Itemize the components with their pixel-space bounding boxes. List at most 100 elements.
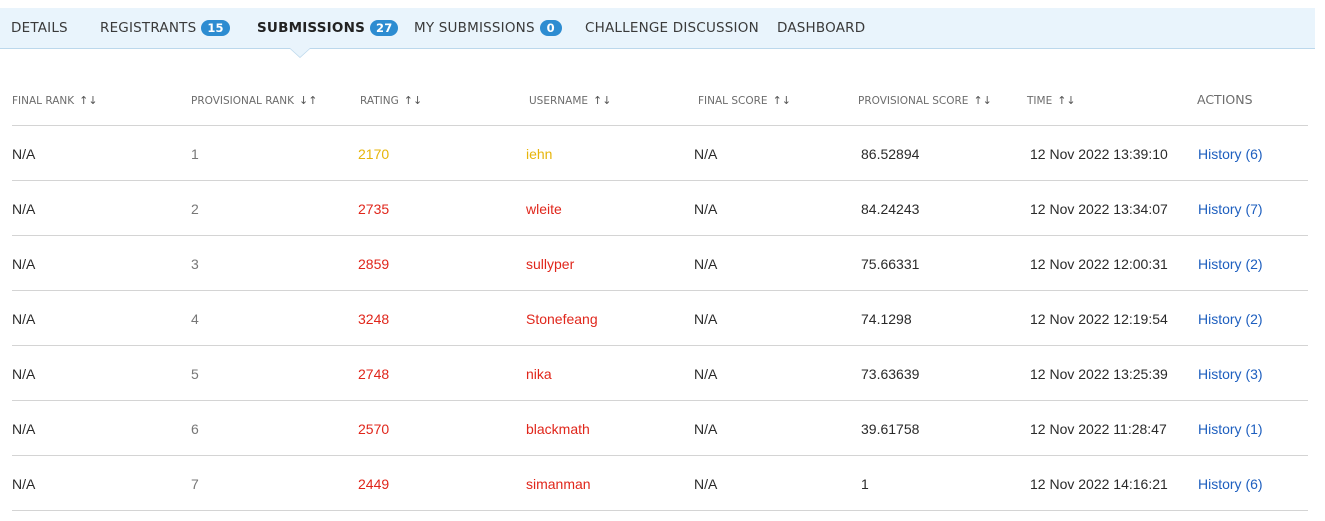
header-final-score[interactable]: FINAL SCORE ↑↓ [698, 94, 791, 107]
provisional-rank-cell: 3 [191, 256, 199, 272]
rating-cell: 2735 [358, 201, 390, 217]
history-link[interactable]: History (2) [1198, 311, 1263, 327]
history-link[interactable]: History (2) [1198, 256, 1263, 272]
final-score-cell: N/A [694, 311, 718, 327]
provisional-score-cell: 73.63639 [861, 366, 920, 382]
header-label: TIME [1027, 95, 1053, 107]
username-link[interactable]: Stonefeang [526, 311, 598, 327]
final-rank-cell: N/A [12, 256, 36, 272]
tab-registrants[interactable]: REGISTRANTS 15 [100, 8, 230, 48]
time-cell: 12 Nov 2022 11:28:47 [1030, 421, 1167, 437]
header-label: PROVISIONAL SCORE [858, 95, 969, 107]
provisional-rank-cell: 7 [191, 476, 199, 492]
final-rank-cell: N/A [12, 201, 36, 217]
header-provisional-rank[interactable]: PROVISIONAL RANK ↓↑ [191, 94, 317, 107]
header-label: PROVISIONAL RANK [191, 95, 295, 107]
sort-icon: ↑↓ [973, 94, 992, 107]
provisional-rank-cell: 4 [191, 311, 199, 327]
tab-label: SUBMISSIONS [257, 20, 365, 36]
tab-bar: DETAILS REGISTRANTS 15 SUBMISSIONS 27 MY… [0, 8, 1315, 49]
provisional-score-cell: 39.61758 [861, 421, 920, 437]
history-link[interactable]: History (7) [1198, 201, 1263, 217]
history-link[interactable]: History (6) [1198, 476, 1263, 492]
sort-icon: ↑↓ [772, 94, 791, 107]
active-tab-indicator-fill [290, 48, 310, 57]
provisional-score-cell: 86.52894 [861, 146, 920, 162]
time-cell: 12 Nov 2022 13:25:39 [1030, 366, 1168, 382]
provisional-rank-cell: 1 [191, 146, 199, 162]
username-link[interactable]: blackmath [526, 421, 590, 437]
rating-cell: 2449 [358, 476, 390, 492]
final-score-cell: N/A [694, 146, 718, 162]
header-final-rank[interactable]: FINAL RANK ↑↓ [12, 94, 98, 107]
sort-icon: ↑↓ [1057, 94, 1076, 107]
final-score-cell: N/A [694, 201, 718, 217]
username-link[interactable]: iehn [526, 146, 552, 162]
header-username[interactable]: USERNAME ↑↓ [529, 94, 611, 107]
provisional-rank-cell: 2 [191, 201, 199, 217]
tab-label: DASHBOARD [777, 20, 866, 36]
final-score-cell: N/A [694, 366, 718, 382]
tab-label: MY SUBMISSIONS [414, 20, 535, 36]
tab-label: DETAILS [11, 20, 68, 36]
time-cell: 12 Nov 2022 13:39:10 [1030, 146, 1168, 162]
count-badge: 0 [539, 20, 562, 36]
final-score-cell: N/A [694, 421, 718, 437]
final-rank-cell: N/A [12, 146, 36, 162]
table-header: FINAL RANK ↑↓ PROVISIONAL RANK ↓↑ RATING ↑↓… [12, 76, 1308, 126]
table-row: N/A 3 2859 sullyper N/A 75.66331 12 Nov 2022 1… [12, 236, 1308, 291]
header-label: FINAL RANK [12, 95, 75, 107]
sort-icon: ↑↓ [79, 94, 98, 107]
rating-cell: 2859 [358, 256, 390, 272]
header-actions: ACTIONS [1197, 92, 1253, 107]
time-cell: 12 Nov 2022 12:00:31 [1030, 256, 1168, 272]
submissions-table: FINAL RANK ↑↓ PROVISIONAL RANK ↓↑ RATING ↑↓… [12, 76, 1308, 511]
count-badge: 15 [201, 20, 230, 36]
tab-details[interactable]: DETAILS [11, 8, 68, 48]
final-score-cell: N/A [694, 476, 718, 492]
time-cell: 12 Nov 2022 14:16:21 [1030, 476, 1168, 492]
tab-label: REGISTRANTS [100, 20, 197, 36]
final-rank-cell: N/A [12, 476, 36, 492]
username-link[interactable]: wleite [526, 201, 562, 217]
sort-icon: ↑↓ [593, 94, 612, 107]
history-link[interactable]: History (1) [1198, 421, 1263, 437]
sort-icon: ↓↑ [299, 94, 318, 107]
tab-challenge-discussion[interactable]: CHALLENGE DISCUSSION [585, 8, 759, 48]
table-row: N/A 7 2449 simanman N/A 1 12 Nov 2022 14:16:21… [12, 456, 1308, 511]
header-label: USERNAME [529, 95, 589, 107]
header-label: RATING [360, 95, 399, 107]
final-rank-cell: N/A [12, 311, 36, 327]
header-provisional-score[interactable]: PROVISIONAL SCORE ↑↓ [858, 94, 992, 107]
header-label: FINAL SCORE [698, 95, 768, 107]
history-link[interactable]: History (6) [1198, 146, 1263, 162]
username-link[interactable]: simanman [526, 476, 591, 492]
table-row: N/A 1 2170 iehn N/A 86.52894 12 Nov 2022 13:39… [12, 126, 1308, 181]
provisional-score-cell: 84.24243 [861, 201, 920, 217]
count-badge: 27 [370, 20, 399, 36]
tab-dashboard[interactable]: DASHBOARD [777, 8, 865, 48]
rating-cell: 2170 [358, 146, 390, 162]
final-score-cell: N/A [694, 256, 718, 272]
time-cell: 12 Nov 2022 13:34:07 [1030, 201, 1168, 217]
tab-my-submissions[interactable]: MY SUBMISSIONS 0 [414, 8, 562, 48]
provisional-score-cell: 74.1298 [861, 311, 912, 327]
sort-icon: ↑↓ [403, 94, 423, 107]
provisional-rank-cell: 5 [191, 366, 199, 382]
history-link[interactable]: History (3) [1198, 366, 1263, 382]
final-rank-cell: N/A [12, 421, 36, 437]
tab-label: CHALLENGE DISCUSSION [585, 20, 759, 36]
provisional-score-cell: 75.66331 [861, 256, 920, 272]
table-row: N/A 4 3248 Stonefeang N/A 74.1298 12 Nov 2022 … [12, 291, 1308, 346]
table-row: N/A 5 2748 nika N/A 73.63639 12 Nov 2022 13:25… [12, 346, 1308, 401]
table-row: N/A 2 2735 wleite N/A 84.24243 12 Nov 2022 13:… [12, 181, 1308, 236]
table-row: N/A 6 2570 blackmath N/A 39.61758 12 Nov 2022 … [12, 401, 1308, 456]
username-link[interactable]: sullyper [526, 256, 574, 272]
header-rating[interactable]: RATING ↑↓ [360, 94, 422, 107]
username-link[interactable]: nika [526, 366, 552, 382]
final-rank-cell: N/A [12, 366, 36, 382]
header-time[interactable]: TIME ↑↓ [1027, 94, 1076, 107]
provisional-score-cell: 1 [861, 476, 869, 492]
rating-cell: 2570 [358, 421, 390, 437]
tab-submissions[interactable]: SUBMISSIONS 27 [257, 8, 399, 48]
